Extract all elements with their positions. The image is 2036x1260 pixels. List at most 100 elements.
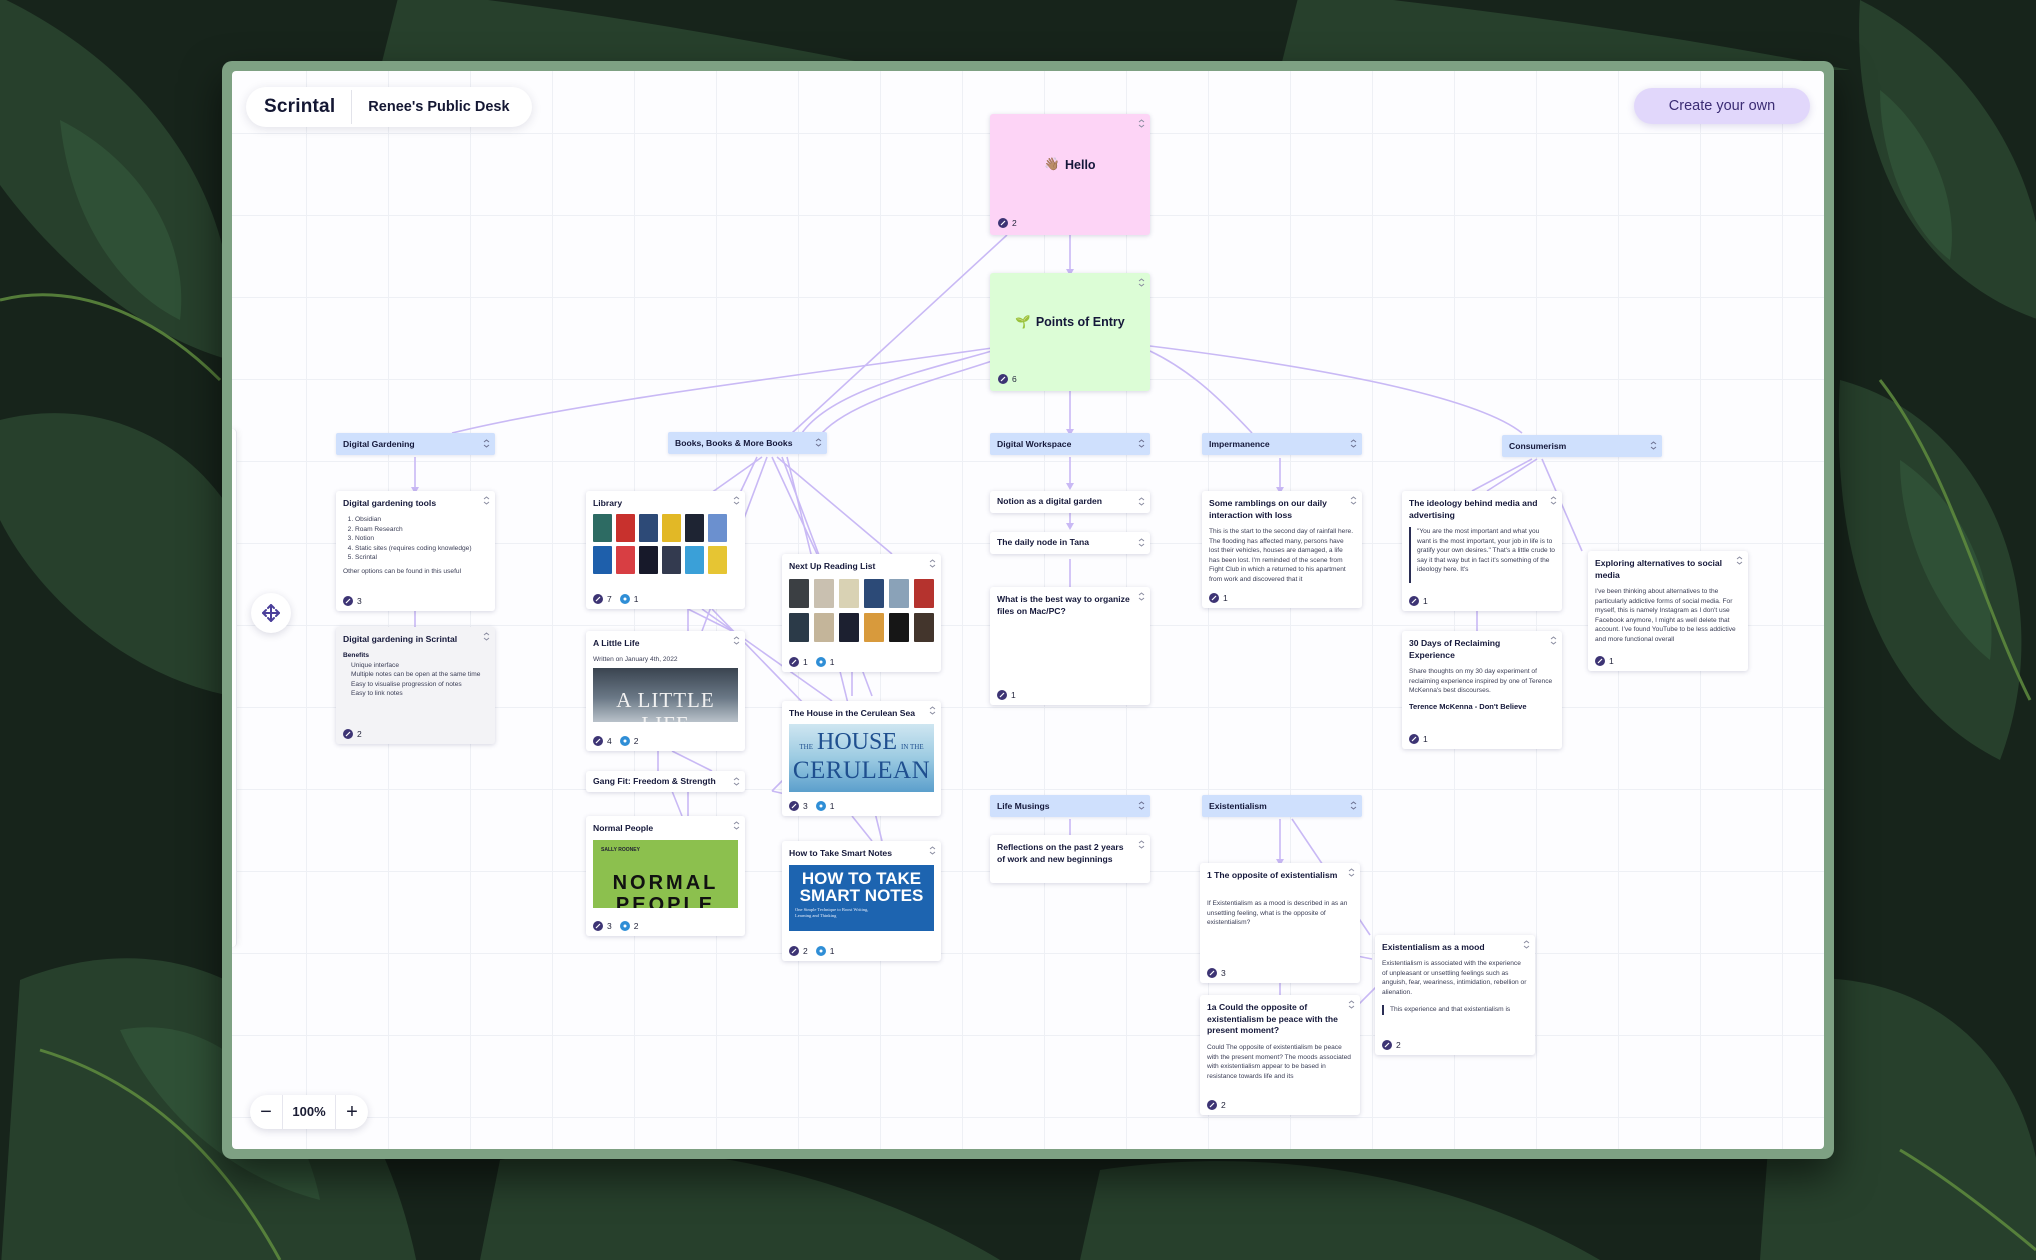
collapse-icon[interactable] — [733, 496, 740, 505]
collapse-icon[interactable] — [1736, 556, 1743, 565]
reflections-card[interactable]: Reflections on the past 2 years of work … — [990, 835, 1150, 883]
card-body: Share thoughts on my 30 day experiment o… — [1409, 667, 1555, 723]
collapse-icon[interactable] — [1348, 868, 1355, 877]
normal-people-card[interactable]: Normal People SALLY ROONEY NORMAL PEOPLE… — [586, 816, 745, 936]
book-cover — [814, 579, 834, 608]
cover-title: THE HOUSE IN THE CERULEAN — [789, 730, 934, 783]
collapse-icon[interactable] — [929, 846, 936, 855]
cover-line: SMART NOTES — [799, 886, 924, 905]
collapse-icon[interactable] — [733, 636, 740, 645]
book-cover — [685, 514, 704, 542]
collapse-icon[interactable] — [733, 821, 740, 830]
link-icon — [998, 374, 1008, 384]
collapse-icon[interactable] — [483, 496, 490, 505]
tana-node-card[interactable]: The daily node in Tana — [990, 532, 1150, 554]
card-body: Written on January 4th, 2022 — [593, 656, 678, 663]
link-icon — [997, 690, 1007, 700]
card-title: The daily node in Tana — [997, 537, 1089, 547]
hello-label: Hello — [1065, 157, 1096, 172]
card-title: 30 Days of Reclaiming Experience — [1409, 638, 1501, 660]
tag-life-musings[interactable]: Life Musings — [990, 795, 1150, 817]
collapse-icon[interactable] — [1138, 439, 1145, 448]
existentialism-mood-card[interactable]: Existentialism as a mood Existentialism … — [1375, 935, 1535, 1055]
reference-icon — [619, 921, 630, 931]
collapse-icon[interactable] — [1138, 497, 1145, 506]
card-footer: 1 — [1409, 734, 1428, 744]
house-cerulean-sea-card[interactable]: The House in the Cerulean Sea THE HOUSE … — [782, 701, 941, 816]
reference-count: 2 — [633, 736, 639, 746]
book-cover — [789, 613, 809, 642]
collapse-icon[interactable] — [1350, 496, 1357, 505]
link-count: 1 — [1011, 690, 1016, 700]
hello-card[interactable]: 👋🏽 Hello 2 — [990, 114, 1150, 235]
library-card[interactable]: Library 71 — [586, 491, 745, 609]
tag-existentialism[interactable]: Existentialism — [1202, 795, 1362, 817]
collapse-icon[interactable] — [1138, 592, 1145, 601]
tag-impermanence[interactable]: Impermanence — [1202, 433, 1362, 455]
ramblings-loss-card[interactable]: Some ramblings on our daily interaction … — [1202, 491, 1362, 608]
ideology-media-card[interactable]: The ideology behind media and advertisin… — [1402, 491, 1562, 611]
next-up-reading-list-card[interactable]: Next Up Reading List 11 — [782, 554, 941, 672]
collapse-icon[interactable] — [483, 632, 490, 641]
thirty-days-card[interactable]: 30 Days of Reclaiming Experience Share t… — [1402, 631, 1562, 749]
collapse-icon[interactable] — [1523, 940, 1530, 949]
peace-present-moment-card[interactable]: 1a Could the opposite of existentialism … — [1200, 995, 1360, 1115]
link-icon — [1209, 593, 1219, 603]
move-icon[interactable] — [251, 593, 291, 633]
digital-gardening-tools-card[interactable]: Digital gardening tools Obsidian Roam Re… — [336, 491, 495, 611]
list-item: Static sites (requires coding knowledge) — [355, 544, 488, 554]
collapse-icon[interactable] — [1350, 801, 1357, 810]
social-media-card[interactable]: Exploring alternatives to social media I… — [1588, 551, 1748, 671]
link-icon — [593, 921, 603, 931]
tag-consumerism[interactable]: Consumerism — [1502, 435, 1662, 457]
card-footer: 11 — [789, 657, 834, 667]
collapse-icon[interactable] — [1138, 840, 1145, 849]
link-icon — [593, 594, 603, 604]
cover-title: A LITTLE LIFE — [616, 688, 715, 722]
link-icon — [789, 657, 799, 667]
organize-files-card[interactable]: What is the best way to organize files o… — [990, 587, 1150, 705]
side-panel[interactable] — [232, 429, 237, 947]
card-text: Other options can be found in this usefu… — [343, 567, 462, 575]
collapse-icon[interactable] — [815, 438, 822, 447]
tag-digital-gardening[interactable]: Digital Gardening — [336, 433, 495, 455]
tag-books[interactable]: Books, Books & More Books — [668, 432, 827, 454]
zoom-in-button[interactable]: + — [336, 1095, 368, 1129]
card-footer: 2 — [1382, 1040, 1401, 1050]
collapse-icon[interactable] — [483, 439, 490, 448]
tag-digital-workspace[interactable]: Digital Workspace — [990, 433, 1150, 455]
book-cover — [685, 546, 704, 574]
notion-garden-card[interactable]: Notion as a digital garden — [990, 491, 1150, 513]
create-your-own-button[interactable]: Create your own — [1634, 88, 1810, 124]
collapse-icon[interactable] — [929, 706, 936, 715]
link-count: 6 — [1012, 374, 1017, 384]
zoom-out-button[interactable]: − — [250, 1095, 282, 1129]
collapse-icon[interactable] — [1348, 1000, 1355, 1009]
collapse-icon[interactable] — [1350, 439, 1357, 448]
book-cover — [864, 579, 884, 608]
smart-notes-card[interactable]: How to Take Smart Notes HOW TO TAKE SMAR… — [782, 841, 941, 961]
collapse-icon[interactable] — [1138, 538, 1145, 547]
whiteboard-canvas[interactable]: Scrintal Renee's Public Desk Create your… — [232, 71, 1824, 1149]
collapse-icon[interactable] — [1550, 636, 1557, 645]
collapse-icon[interactable] — [733, 777, 740, 786]
a-little-life-card[interactable]: A Little Life Written on January 4th, 20… — [586, 631, 745, 751]
collapse-icon[interactable] — [1138, 801, 1145, 810]
desk-header: Scrintal Renee's Public Desk — [246, 87, 532, 127]
collapse-icon[interactable] — [1650, 441, 1657, 450]
opposite-existentialism-card[interactable]: 1 The opposite of existentialism If Exis… — [1200, 863, 1360, 983]
card-body: Benefits Unique interface Multiple notes… — [343, 651, 488, 723]
collapse-icon[interactable] — [1550, 496, 1557, 505]
card-title: Digital gardening tools — [343, 498, 437, 508]
card-title: Gang Fit: Freedom & Strength — [593, 776, 716, 786]
points-of-entry-card[interactable]: 🌱 Points of Entry 6 — [990, 273, 1150, 391]
cover-line: HOW TO TAKE — [801, 869, 922, 888]
digital-gardening-scrintal-card[interactable]: Digital gardening in Scrintal Benefits U… — [336, 627, 495, 744]
cover-word: IN THE — [901, 743, 924, 751]
desk-title: Renee's Public Desk — [368, 99, 510, 115]
card-text: Existentialism is associated with the ex… — [1382, 960, 1527, 996]
gang-fit-card[interactable]: Gang Fit: Freedom & Strength — [586, 771, 745, 792]
collapse-icon[interactable] — [929, 559, 936, 568]
scrintal-logo[interactable]: Scrintal — [246, 96, 351, 118]
link-count: 3 — [1221, 968, 1226, 978]
